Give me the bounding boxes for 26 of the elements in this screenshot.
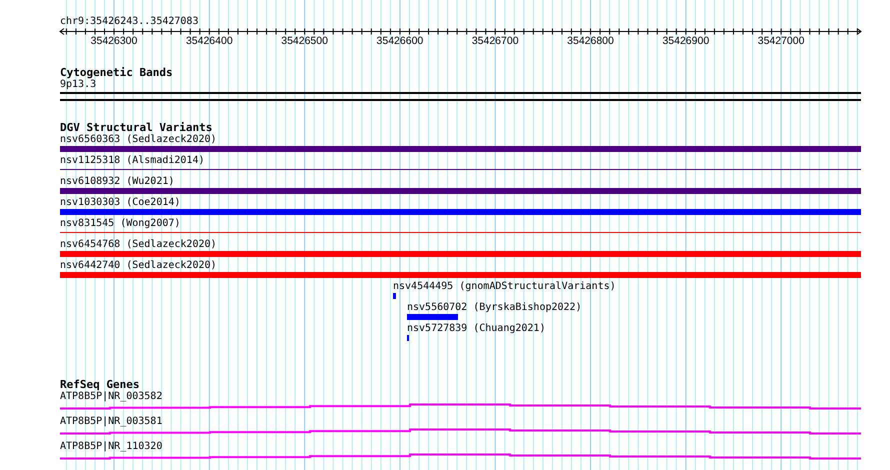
- track-title: RefSeq Genes: [60, 378, 140, 391]
- location-label: chr9:35426243..35427083: [60, 15, 198, 28]
- gene-label: ATP8B5P|NR_003581: [60, 416, 162, 428]
- ruler-tick-label: 35427000: [758, 35, 804, 47]
- variant-label: nsv1030303 (Coe2014): [60, 197, 180, 209]
- variant-label: nsv1125318 (Alsmadi2014): [60, 155, 204, 167]
- variant-label: nsv6454768 (Sedlazeck2020): [60, 239, 217, 251]
- ruler-tick-label: 35426500: [281, 35, 328, 47]
- track-title: DGV Structural Variants: [60, 121, 212, 134]
- variant-label: nsv831545 (Wong2007): [60, 218, 180, 230]
- variant-label: nsv5560702 (ByrskaBishop2022): [407, 302, 582, 314]
- ruler-tick-label: 35426700: [472, 35, 519, 47]
- gene-label: ATP8B5P|NR_003582: [60, 391, 162, 403]
- variant-label: nsv6108932 (Wu2021): [60, 176, 174, 188]
- variant-label: nsv5727839 (Chuang2021): [407, 323, 546, 335]
- ruler-tick-label: 35426600: [376, 35, 424, 47]
- ruler-tick-label: 35426800: [567, 35, 614, 47]
- band-label: 9p13.3: [60, 79, 96, 91]
- variant-label: nsv6560363 (Sedlazeck2020): [60, 134, 217, 146]
- variant-label: nsv4544495 (gnomADStructuralVariants): [393, 281, 616, 293]
- ruler-tick-label: 35426300: [90, 35, 138, 47]
- track-title: Cytogenetic Bands: [60, 66, 173, 79]
- variant-label: nsv6442740 (Sedlazeck2020): [60, 260, 217, 272]
- ruler-tick-label: 35426400: [186, 35, 233, 47]
- ruler-tick-label: 35426900: [662, 35, 710, 47]
- gene-label: ATP8B5P|NR_110320: [60, 441, 162, 453]
